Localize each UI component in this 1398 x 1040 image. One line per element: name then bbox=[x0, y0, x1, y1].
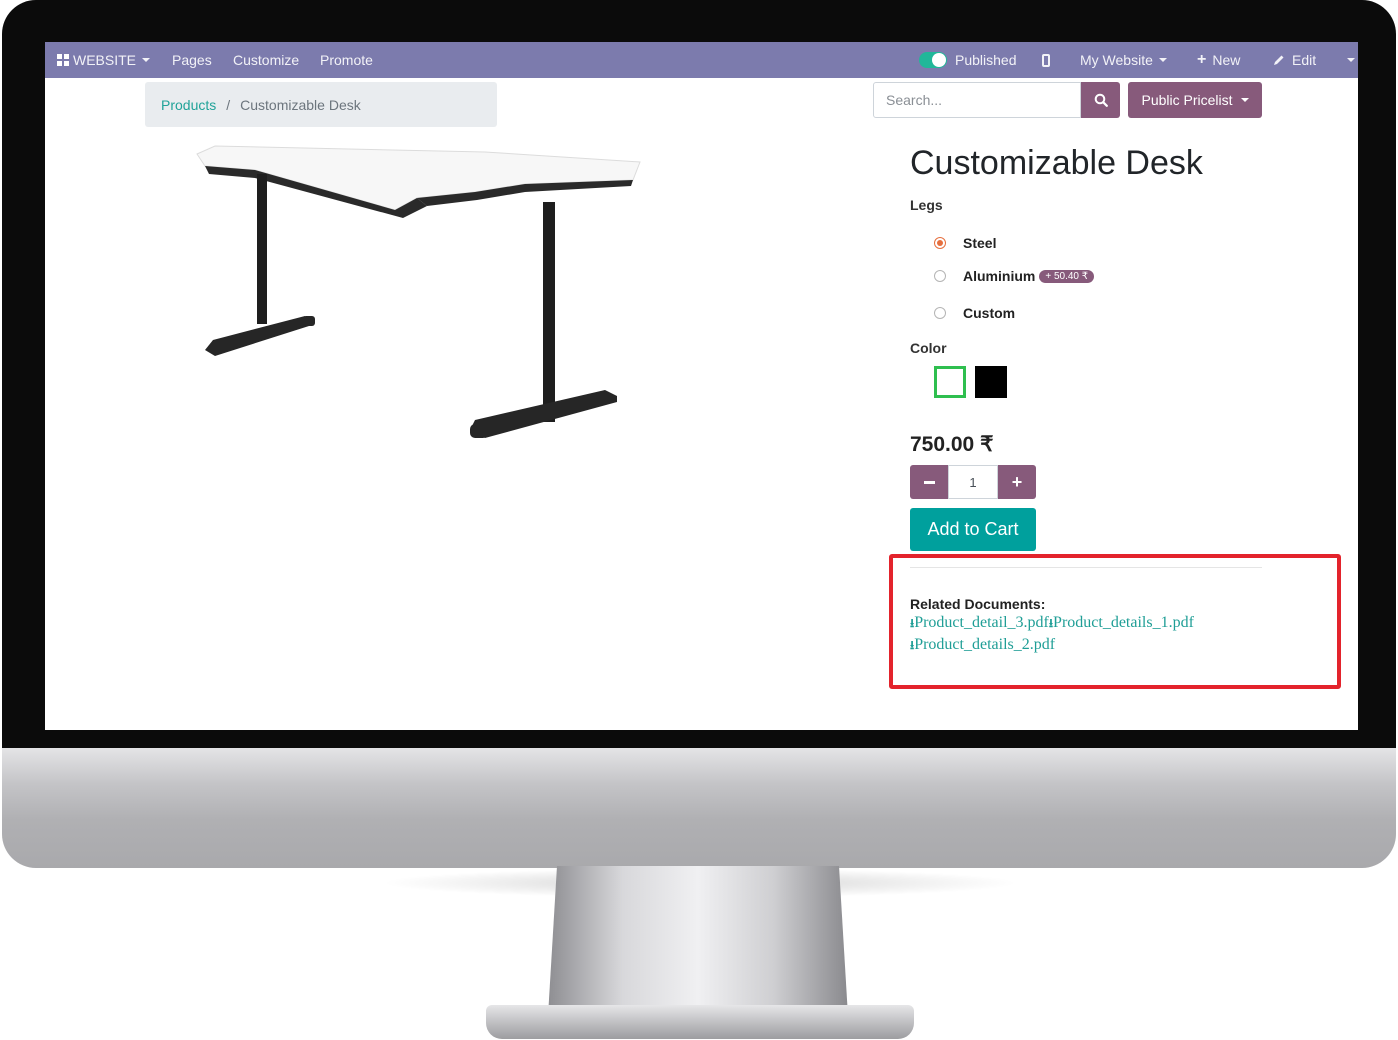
monitor-stand-neck bbox=[548, 866, 848, 1016]
search-input[interactable] bbox=[873, 82, 1081, 118]
legs-option-label: Steel bbox=[963, 235, 997, 251]
quantity-decrease-button[interactable] bbox=[910, 465, 948, 499]
published-label: Published bbox=[955, 52, 1017, 68]
highlight-box bbox=[889, 554, 1341, 689]
top-navbar: WEBSITE Pages Customize Promote Publishe… bbox=[45, 42, 1358, 78]
monitor-chin bbox=[2, 748, 1396, 868]
pricelist-dropdown[interactable]: Public Pricelist bbox=[1128, 82, 1262, 118]
search-icon bbox=[1094, 93, 1108, 107]
website-menu-label: WEBSITE bbox=[73, 52, 137, 68]
customize-menu[interactable]: Customize bbox=[233, 42, 299, 78]
search-button[interactable] bbox=[1081, 82, 1120, 118]
add-to-cart-button[interactable]: Add to Cart bbox=[910, 508, 1036, 551]
legs-option-custom[interactable]: Custom bbox=[934, 305, 1015, 321]
my-website-menu[interactable]: My Website bbox=[1080, 42, 1167, 78]
price-extra-badge: + 50.40 ₹ bbox=[1039, 269, 1095, 283]
product-price: 750.00 ₹ bbox=[910, 433, 994, 456]
legs-option-aluminium[interactable]: Aluminium + 50.40 ₹ bbox=[934, 268, 1095, 284]
new-button[interactable]: + New bbox=[1197, 42, 1240, 78]
radio-icon bbox=[934, 270, 946, 282]
color-swatch-white[interactable] bbox=[934, 366, 966, 398]
website-menu[interactable]: WEBSITE bbox=[57, 42, 151, 78]
promote-menu[interactable]: Promote bbox=[320, 42, 373, 78]
quantity-input[interactable] bbox=[948, 465, 998, 499]
color-swatch-black[interactable] bbox=[975, 366, 1007, 398]
breadcrumb: Products / Customizable Desk bbox=[145, 82, 497, 127]
edit-button[interactable]: Edit bbox=[1273, 42, 1316, 78]
pricelist-label: Public Pricelist bbox=[1141, 92, 1233, 108]
color-label: Color bbox=[910, 340, 947, 356]
my-website-label: My Website bbox=[1080, 52, 1153, 68]
toggle-switch-icon bbox=[919, 52, 947, 68]
quantity-increase-button[interactable]: + bbox=[998, 465, 1036, 499]
minus-icon bbox=[923, 480, 935, 484]
breadcrumb-products-link[interactable]: Products bbox=[161, 97, 216, 113]
legs-option-label: Custom bbox=[963, 305, 1016, 321]
plus-icon: + bbox=[1197, 51, 1207, 68]
monitor-stand-base bbox=[486, 1005, 914, 1039]
plus-icon: + bbox=[1011, 471, 1023, 492]
breadcrumb-separator: / bbox=[226, 96, 231, 113]
published-toggle[interactable]: Published bbox=[919, 42, 1017, 78]
breadcrumb-current: Customizable Desk bbox=[240, 96, 361, 113]
mobile-preview-button[interactable] bbox=[1042, 42, 1050, 78]
apps-grid-icon bbox=[57, 54, 69, 66]
edit-label: Edit bbox=[1292, 52, 1317, 68]
product-title: Customizable Desk bbox=[910, 144, 1203, 182]
more-menu[interactable] bbox=[1341, 42, 1355, 78]
pencil-icon bbox=[1274, 55, 1284, 65]
caret-down-icon bbox=[1240, 98, 1249, 102]
caret-down-icon bbox=[142, 58, 151, 62]
product-image bbox=[196, 145, 641, 438]
legs-option-steel[interactable]: Steel bbox=[934, 235, 996, 251]
legs-option-label: Aluminium bbox=[963, 268, 1036, 284]
new-label: New bbox=[1212, 52, 1241, 68]
caret-down-icon bbox=[1158, 58, 1167, 62]
mobile-icon bbox=[1042, 53, 1050, 67]
radio-selected-icon bbox=[934, 237, 946, 249]
legs-label: Legs bbox=[910, 197, 943, 213]
caret-down-icon bbox=[1347, 58, 1355, 62]
radio-icon bbox=[934, 307, 946, 319]
pages-menu[interactable]: Pages bbox=[172, 42, 212, 78]
